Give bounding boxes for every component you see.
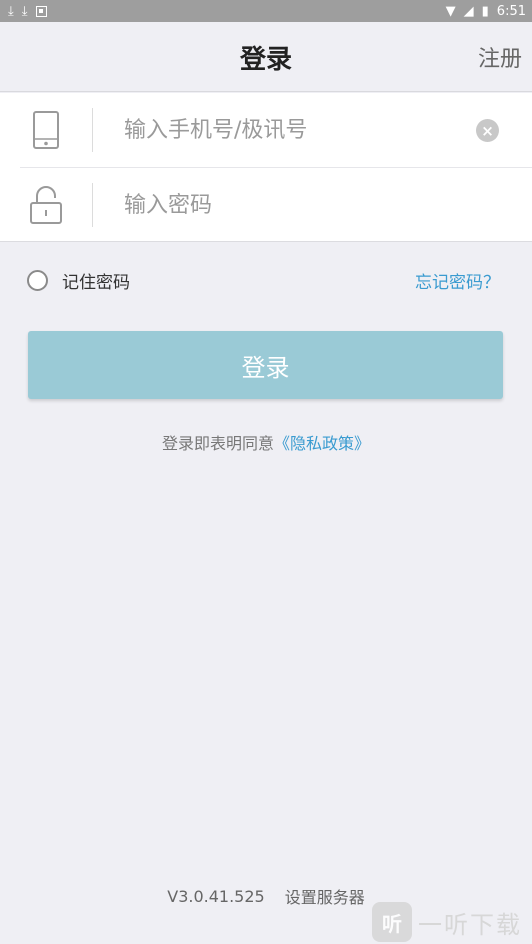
server-settings-link[interactable]: 设置服务器 xyxy=(285,884,365,908)
lock-icon xyxy=(28,183,64,227)
nav-bar: 登录 注册 xyxy=(0,22,532,92)
phone-input[interactable] xyxy=(124,93,464,167)
status-bar-system: ▼ ◢ ▮ 6:51 xyxy=(446,4,526,19)
notification-icon xyxy=(35,5,47,17)
agreement-text: 登录即表明同意 《隐私政策》 xyxy=(0,430,532,454)
login-button[interactable]: 登录 xyxy=(28,331,503,399)
status-bar: ⤓ ⤓ ▼ ◢ ▮ 6:51 xyxy=(0,0,532,22)
password-input[interactable] xyxy=(124,168,464,242)
phone-row: × xyxy=(0,93,532,167)
forgot-password-link[interactable]: 忘记密码？ xyxy=(415,269,500,293)
agreement-prefix: 登录即表明同意 xyxy=(161,434,274,453)
wifi-icon: ▼ xyxy=(445,3,456,19)
battery-icon: ▮ xyxy=(481,3,489,19)
register-button[interactable]: 注册 xyxy=(478,22,522,92)
signal-icon: ◢ xyxy=(463,3,474,19)
download-icon: ⤓ xyxy=(21,3,28,19)
page-title: 登录 xyxy=(239,44,292,75)
remember-password-toggle[interactable]: 记住密码 xyxy=(27,269,130,293)
password-row xyxy=(0,168,532,242)
watermark-logo: 听 xyxy=(372,902,412,942)
download-icon: ⤓ xyxy=(8,3,14,19)
field-divider xyxy=(92,183,93,227)
remember-label: 记住密码 xyxy=(62,272,130,293)
phone-icon xyxy=(28,108,64,152)
login-form: × xyxy=(0,93,532,242)
status-bar-notifications: ⤓ ⤓ xyxy=(8,5,47,18)
watermark: 听 一听下载 xyxy=(372,900,532,944)
clear-icon[interactable]: × xyxy=(476,119,499,142)
remember-radio[interactable] xyxy=(27,269,48,291)
status-time: 6:51 xyxy=(496,3,526,19)
watermark-text: 一听下载 xyxy=(418,910,522,939)
version-label: V3.0.41.525 xyxy=(167,886,265,906)
field-divider xyxy=(92,108,93,152)
privacy-policy-link[interactable]: 《隐私政策》 xyxy=(274,430,370,454)
